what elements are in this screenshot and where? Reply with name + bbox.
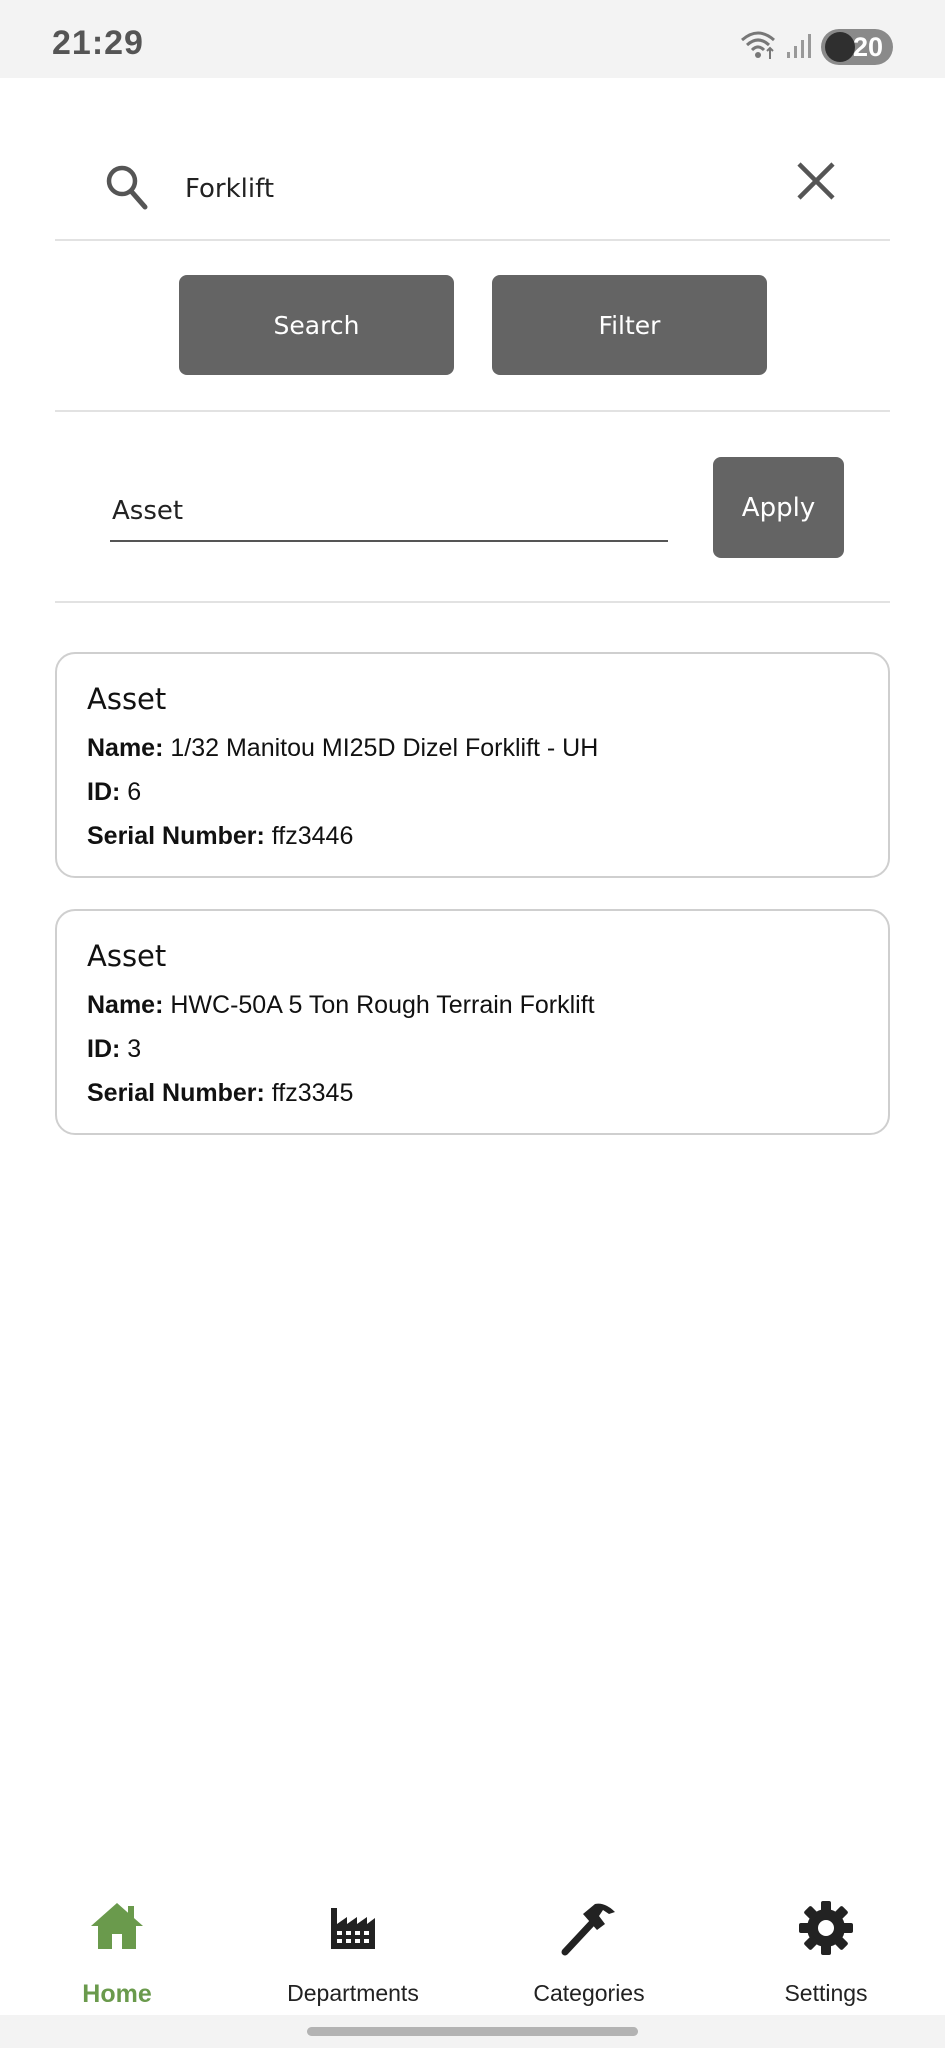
divider: [55, 239, 890, 241]
battery-level: 20: [852, 31, 883, 62]
wifi-icon: [741, 31, 775, 59]
serial-value: ffz3345: [271, 1079, 354, 1107]
result-card[interactable]: Asset Name: HWC-50A 5 Ton Rough Terrain …: [55, 909, 890, 1135]
name-value: HWC-50A 5 Ton Rough Terrain Forklift: [170, 991, 595, 1019]
home-indicator[interactable]: [307, 2027, 638, 2036]
factory-icon: [331, 1908, 375, 1949]
search-button[interactable]: Search: [179, 275, 454, 375]
apply-button[interactable]: Apply: [713, 457, 844, 558]
asset-name: Name: 1/32 Manitou MI25D Dizel Forklift …: [87, 734, 598, 763]
divider: [55, 410, 890, 412]
filter-button[interactable]: Filter: [492, 275, 767, 375]
id-value: 6: [127, 778, 142, 806]
nav-item-categories[interactable]: Categories: [489, 1870, 689, 2010]
home-icon: [91, 1903, 143, 1949]
close-icon[interactable]: [795, 160, 837, 202]
search-bar: [55, 140, 890, 240]
gesture-bar: [0, 2015, 945, 2048]
search-input[interactable]: [183, 166, 687, 212]
asset-id: ID: 3: [87, 1035, 141, 1064]
asset-id: ID: 6: [87, 778, 141, 807]
name-label: Name:: [87, 734, 164, 762]
search-icon: [106, 165, 148, 210]
bottom-nav: Home Departments Categories Settings: [0, 1870, 945, 2010]
hammer-icon: [561, 1903, 615, 1956]
charging-icon: [825, 32, 855, 62]
card-title: Asset: [87, 939, 167, 973]
filter-field: [110, 480, 668, 542]
id-value: 3: [127, 1035, 142, 1063]
filter-input[interactable]: [110, 490, 654, 532]
id-label: ID:: [87, 778, 121, 806]
result-card[interactable]: Asset Name: 1/32 Manitou MI25D Dizel For…: [55, 652, 890, 878]
asset-name: Name: HWC-50A 5 Ton Rough Terrain Forkli…: [87, 991, 595, 1020]
name-label: Name:: [87, 991, 164, 1019]
nav-label-categories: Categories: [533, 1980, 645, 2006]
id-label: ID:: [87, 1035, 121, 1063]
signal-icon: [787, 34, 811, 58]
divider: [55, 601, 890, 603]
serial-label: Serial Number:: [87, 822, 265, 850]
nav-item-departments[interactable]: Departments: [253, 1870, 453, 2010]
nav-label-home: Home: [82, 1980, 152, 2008]
name-value: 1/32 Manitou MI25D Dizel Forklift - UH: [170, 734, 599, 762]
serial-value: ffz3446: [271, 822, 354, 850]
nav-item-home[interactable]: Home: [17, 1870, 217, 2010]
nav-label-departments: Departments: [287, 1980, 419, 2006]
nav-label-settings: Settings: [784, 1980, 868, 2006]
asset-serial: Serial Number: ffz3345: [87, 1079, 353, 1108]
asset-serial: Serial Number: ffz3446: [87, 822, 353, 851]
nav-item-settings[interactable]: Settings: [726, 1870, 926, 2010]
status-time: 21:29: [52, 24, 144, 62]
card-title: Asset: [87, 682, 167, 716]
status-bar: 21:29 20: [0, 0, 945, 78]
gear-icon: [799, 1901, 853, 1955]
serial-label: Serial Number:: [87, 1079, 265, 1107]
battery-indicator: 20: [821, 29, 893, 65]
